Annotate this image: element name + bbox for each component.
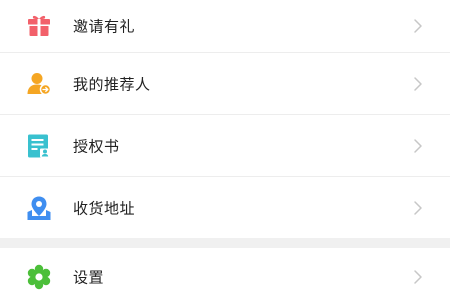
menu-item-label: 授权书: [73, 137, 120, 155]
gift-icon: [26, 13, 52, 39]
menu-item-label: 我的推荐人: [73, 75, 151, 93]
menu-item-label: 收货地址: [73, 199, 136, 217]
menu-item-shipping-address[interactable]: 收货地址: [0, 177, 450, 238]
section-separator: [0, 238, 450, 248]
menu-item-my-referrer[interactable]: 我的推荐人: [0, 53, 450, 114]
menu-item-invite[interactable]: 邀请有礼: [0, 0, 450, 52]
menu-item-label: 设置: [73, 268, 105, 287]
referrer-user-icon: [26, 71, 52, 97]
chevron-right-icon: [412, 18, 424, 34]
chevron-right-icon: [412, 200, 424, 216]
menu-item-authorization[interactable]: 授权书: [0, 115, 450, 176]
menu-item-label: 邀请有礼: [73, 17, 136, 36]
location-pin-icon: [26, 195, 52, 221]
menu-screen: 邀请有礼 我的推荐人 授权书 收货地址 设置: [0, 0, 450, 300]
chevron-right-icon: [412, 138, 424, 154]
menu-group-settings: 设置: [0, 248, 450, 300]
menu-group-primary: 邀请有礼 我的推荐人 授权书 收货地址: [0, 0, 450, 238]
certificate-icon: [26, 133, 52, 159]
gear-icon: [26, 264, 52, 290]
menu-item-settings[interactable]: 设置: [0, 248, 450, 300]
chevron-right-icon: [412, 269, 424, 285]
chevron-right-icon: [412, 76, 424, 92]
